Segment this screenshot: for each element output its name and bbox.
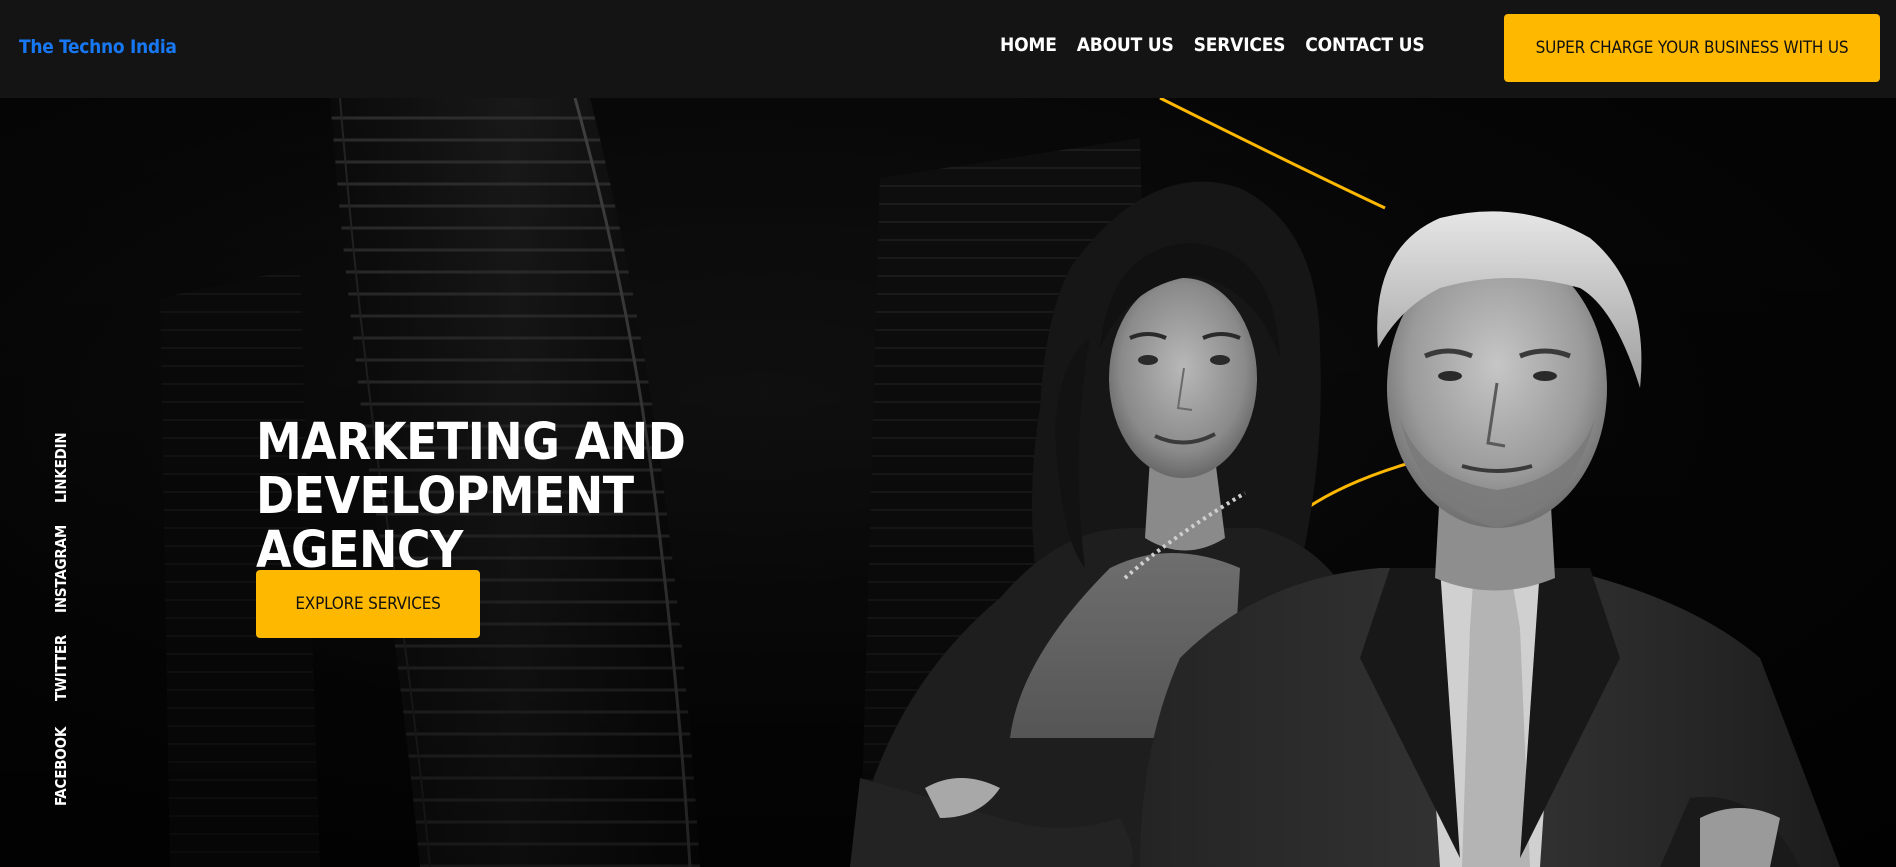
top-navbar: The Techno India HOME ABOUT US SERVICES … (0, 0, 1896, 98)
super-charge-cta-button[interactable]: SUPER CHARGE YOUR BUSINESS WITH US (1504, 14, 1880, 82)
nav-link-services[interactable]: SERVICES (1194, 34, 1286, 56)
hero-headline: MARKETING AND DEVELOPMENT AGENCY (256, 416, 976, 578)
nav-link-contact-us[interactable]: CONTACT US (1305, 34, 1424, 56)
main-nav: HOME ABOUT US SERVICES CONTACT US (1000, 34, 1425, 56)
hero-section: LINKEDIN INSTAGRAM TWITTER FACEBOOK MARK… (0, 98, 1896, 867)
explore-services-button[interactable]: EXPLORE SERVICES (256, 570, 480, 638)
brand-logo-link[interactable]: The Techno India (19, 36, 177, 58)
nav-link-home[interactable]: HOME (1000, 34, 1057, 56)
nav-link-about-us[interactable]: ABOUT US (1077, 34, 1174, 56)
hero-headline-line-1: MARKETING AND DEVELOPMENT (256, 413, 686, 526)
